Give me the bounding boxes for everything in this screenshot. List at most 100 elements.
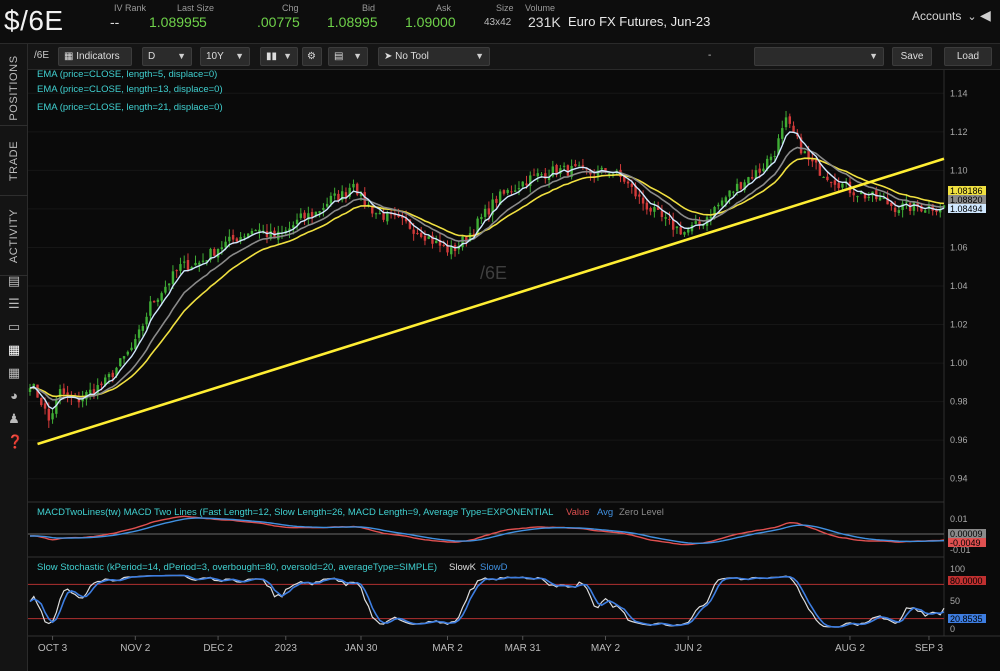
tool-value: No Tool	[395, 51, 429, 62]
candle-body	[728, 190, 731, 197]
chart-style-select[interactable]: ▮▮ ▼	[260, 47, 298, 66]
bid-value: 1.08995	[327, 14, 378, 30]
candle-body	[186, 260, 190, 271]
last-size-label: Last Size	[177, 3, 215, 13]
candle-body	[201, 260, 205, 262]
grid-icon[interactable]: ▦	[7, 366, 21, 380]
tab-activity[interactable]: ACTIVITY	[0, 196, 28, 276]
candle-body	[183, 261, 186, 263]
candle-body	[461, 236, 464, 248]
price-chart[interactable]: 0.940.960.981.001.021.041.061.081.101.12…	[28, 70, 1000, 671]
candles-icon: ▮▮	[266, 51, 278, 62]
stoch-tick-50: 50	[950, 596, 960, 606]
candle-body	[781, 128, 784, 139]
load-label: Load	[956, 51, 980, 62]
symbol-title[interactable]: $/6E	[4, 5, 64, 37]
candle-body	[540, 174, 543, 176]
candle-body	[295, 219, 299, 225]
candle-body	[758, 168, 761, 173]
candle-body	[747, 177, 750, 184]
candle-body	[841, 183, 844, 188]
accounts-label: Accounts	[912, 9, 962, 23]
candle-body	[826, 176, 829, 181]
list-icon[interactable]: ☰	[7, 297, 21, 311]
candle-body	[581, 165, 585, 167]
candle-body	[878, 197, 882, 201]
ema-21-label: EMA (price=CLOSE, length=21, displace=0)	[37, 102, 223, 113]
cursor-icon: ➤	[384, 51, 393, 62]
aggregation-select[interactable]: D ▼	[142, 47, 192, 66]
candle-body	[224, 241, 227, 248]
candle-body	[111, 372, 114, 378]
macd-value-readout: -0.0049	[950, 538, 981, 548]
period-select[interactable]: 10Y ▼	[200, 47, 250, 66]
collapse-panel-icon[interactable]: ◀	[980, 7, 991, 24]
candle-body	[856, 195, 859, 198]
price-tick-label: 0.96	[950, 435, 968, 445]
candle-body	[901, 203, 904, 211]
style-template-select[interactable]: ▼	[754, 47, 884, 66]
stoch-study-label: Slow Stochastic (kPeriod=14, dPeriod=3, …	[37, 562, 437, 573]
toolbar-dash: -	[708, 50, 712, 61]
candle-body	[243, 236, 246, 238]
candle-body	[152, 300, 156, 303]
orders-icon[interactable]: ▤	[7, 274, 21, 288]
last-size-value: 5	[199, 14, 207, 30]
macd-value-label: Value	[566, 507, 590, 518]
candle-body	[762, 168, 765, 172]
candle-body	[521, 181, 524, 187]
candle-body	[852, 192, 855, 196]
help-icon[interactable]: ❓	[7, 435, 23, 449]
candle-body	[510, 191, 513, 193]
candle-body	[303, 212, 306, 219]
candle-body	[664, 217, 667, 219]
people-icon[interactable]: ♟	[7, 412, 21, 426]
stoch-tick-0: 0	[950, 624, 955, 634]
time-tick-label: MAY 2	[591, 643, 621, 654]
macd-study-label: MACDTwoLines(tw) MACD Two Lines (Fast Le…	[37, 507, 553, 518]
candle-body	[352, 184, 355, 188]
candle-body	[630, 183, 634, 187]
chevron-down-icon: ▼	[353, 51, 362, 61]
candle-body	[145, 316, 148, 325]
gauge-icon[interactable]: ◕	[7, 389, 21, 403]
drawing-icon: ▤	[334, 51, 344, 62]
load-button[interactable]: Load	[944, 47, 992, 66]
chevron-down-icon: ▼	[869, 51, 878, 61]
price-tick-label: 1.00	[950, 358, 968, 368]
candle-body	[833, 180, 837, 185]
drawings-select[interactable]: ▤ ▼	[328, 47, 368, 66]
chart-background	[28, 70, 1000, 671]
candle-body	[566, 165, 570, 176]
stoch-ob-readout: 80.0000	[950, 576, 983, 586]
price-tick-label: 1.10	[950, 165, 968, 175]
candle-body	[683, 232, 686, 235]
candle-body	[532, 174, 536, 176]
side-rail: POSITIONS TRADE ACTIVITY ▤ ☰ ▭ ▦ ▦ ◕ ♟ ❓	[0, 44, 28, 671]
candle-body	[608, 173, 611, 175]
tab-activity-label: ACTIVITY	[8, 208, 20, 263]
candle-body	[299, 213, 303, 218]
accounts-dropdown[interactable]: Accounts ⌄	[912, 9, 977, 23]
candle-body	[626, 181, 630, 184]
candle-body	[167, 283, 171, 286]
monitor-icon[interactable]: ▭	[7, 320, 21, 334]
candle-body	[322, 207, 325, 210]
tool-select[interactable]: ➤ No Tool ▼	[378, 47, 490, 66]
toolbar-symbol[interactable]: /6E	[34, 50, 49, 61]
settings-button[interactable]: ⚙	[302, 47, 322, 66]
candle-body	[784, 117, 788, 128]
save-button[interactable]: Save	[892, 47, 932, 66]
indicators-button[interactable]: ▦ Indicators	[58, 47, 132, 66]
candle-body	[66, 392, 69, 395]
candle-body	[216, 249, 220, 258]
candle-body	[213, 248, 216, 256]
candle-body	[893, 207, 897, 213]
candle-body	[450, 246, 453, 255]
tab-trade[interactable]: TRADE	[0, 126, 28, 196]
chevron-down-icon: ▼	[177, 51, 186, 61]
indicators-icon: ▦	[64, 51, 74, 62]
tab-positions[interactable]: POSITIONS	[0, 50, 28, 126]
candle-body	[837, 183, 840, 189]
chart-icon[interactable]: ▦	[7, 343, 21, 357]
